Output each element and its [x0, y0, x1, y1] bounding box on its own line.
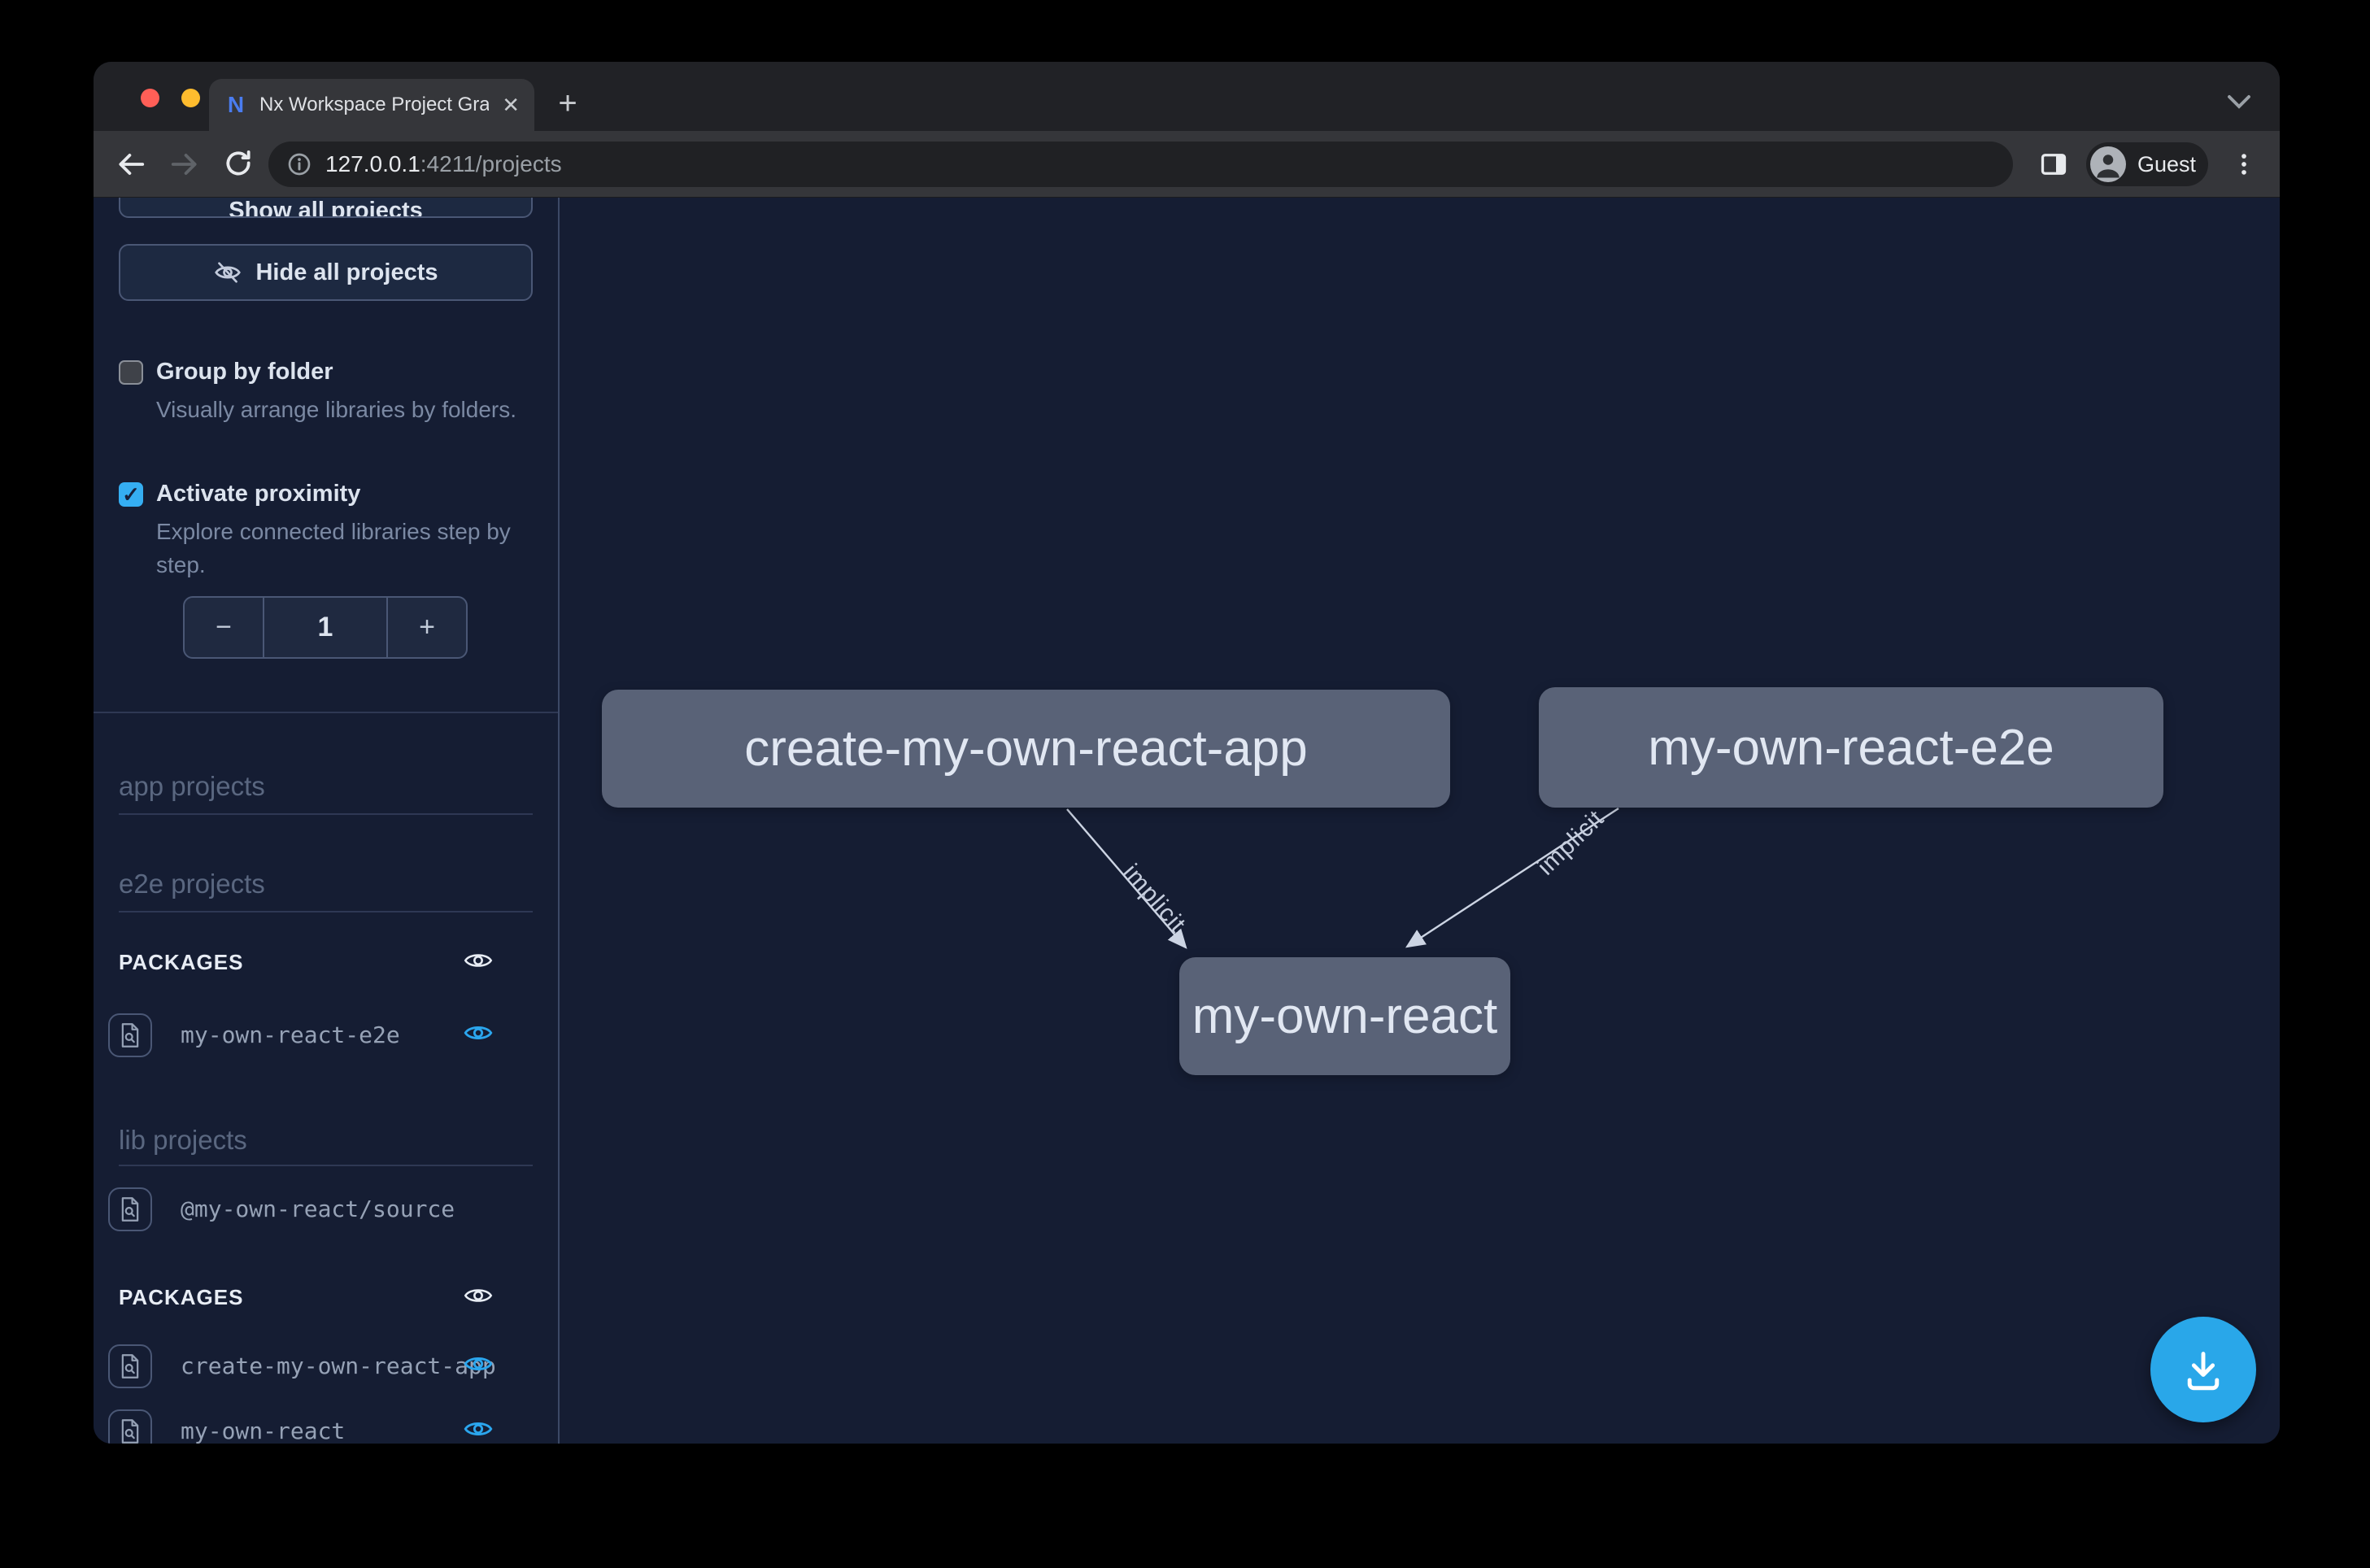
focus-project-button[interactable] [108, 1344, 152, 1388]
packages-heading: PACKAGES [119, 950, 243, 975]
url-host: 127.0.0.1 [325, 151, 420, 176]
proximity-stepper: − 1 + [183, 596, 468, 659]
browser-menu-button[interactable] [2221, 142, 2267, 187]
focus-project-button[interactable] [108, 1187, 152, 1231]
project-row-label[interactable]: @my-own-react/source [181, 1196, 455, 1222]
profile-label: Guest [2137, 152, 2196, 177]
lib-projects-heading: lib projects [119, 1125, 247, 1156]
forward-button[interactable] [162, 142, 207, 187]
activate-proximity-checkbox[interactable]: ✓ [119, 482, 143, 507]
file-search-icon [117, 1021, 143, 1049]
desktop: N Nx Workspace Project Graph ✕ + [0, 0, 2370, 1568]
reload-button[interactable] [216, 142, 261, 187]
e2e-projects-heading: e2e projects [119, 869, 265, 899]
minimize-window-button[interactable] [181, 89, 200, 107]
lib-projects-underline [119, 1165, 533, 1166]
tab-strip: N Nx Workspace Project Graph ✕ + [94, 62, 2280, 131]
app-projects-underline [119, 813, 533, 815]
project-row-label[interactable]: my-own-react [181, 1418, 345, 1444]
focus-project-button[interactable] [108, 1409, 152, 1444]
url-path: :4211/projects [420, 151, 562, 176]
new-tab-button[interactable]: + [549, 86, 586, 124]
project-row-label[interactable]: create-my-own-react-app [181, 1352, 496, 1379]
back-button[interactable] [108, 142, 154, 187]
browser-window: N Nx Workspace Project Graph ✕ + [94, 62, 2280, 1444]
profile-button[interactable]: Guest [2086, 142, 2208, 186]
packages-eye-icon[interactable] [464, 1284, 493, 1307]
stepper-decrement-button[interactable]: − [185, 598, 264, 657]
project-visibility-eye-icon[interactable] [464, 1021, 493, 1044]
focus-project-button[interactable] [108, 1013, 152, 1057]
show-all-projects-label: Show all projects [229, 198, 423, 218]
tab-close-icon[interactable]: ✕ [502, 93, 520, 118]
download-icon [2178, 1344, 2228, 1395]
eye-off-icon [213, 258, 242, 287]
packages-eye-icon[interactable] [464, 949, 493, 972]
sidebar-divider [94, 712, 560, 713]
close-window-button[interactable] [141, 89, 159, 107]
sidebar: Show all projects Hide all projects Grou… [94, 198, 560, 1444]
file-search-icon [117, 1418, 143, 1444]
nx-favicon-icon: N [224, 93, 248, 117]
packages-heading: PACKAGES [119, 1285, 243, 1310]
hide-all-projects-label: Hide all projects [255, 259, 438, 286]
project-row-label[interactable]: my-own-react-e2e [181, 1021, 400, 1048]
node-label: create-my-own-react-app [744, 720, 1308, 777]
edge-label: implicit [1117, 859, 1191, 938]
url-text: 127.0.0.1:4211/projects [325, 151, 562, 177]
page-content: Show all projects Hide all projects Grou… [94, 198, 2280, 1444]
graph-edges: implicit implicit [561, 198, 2280, 1444]
node-label: my-own-react-e2e [1648, 719, 2054, 777]
group-by-folder-checkbox[interactable] [119, 360, 143, 385]
graph-node-my-own-react-e2e[interactable]: my-own-react-e2e [1539, 687, 2163, 808]
graph-node-my-own-react[interactable]: my-own-react [1179, 957, 1510, 1075]
e2e-projects-underline [119, 911, 533, 912]
activate-proximity-description: Explore connected libraries step by step… [156, 515, 551, 581]
file-search-icon [117, 1196, 143, 1223]
side-panel-button[interactable] [2031, 142, 2076, 187]
project-graph-canvas[interactable]: implicit implicit create-my-own-react-ap… [561, 198, 2280, 1444]
chevron-down-icon[interactable] [2224, 91, 2254, 112]
edge-label: implicit [1532, 805, 1610, 881]
app-projects-heading: app projects [119, 771, 265, 802]
show-all-projects-button[interactable]: Show all projects [119, 198, 533, 218]
avatar [2090, 146, 2126, 182]
stepper-increment-button[interactable]: + [386, 598, 466, 657]
node-label: my-own-react [1192, 987, 1498, 1045]
group-by-folder-description: Visually arrange libraries by folders. [156, 393, 551, 426]
download-graph-button[interactable] [2150, 1317, 2256, 1422]
project-visibility-eye-icon[interactable] [464, 1352, 493, 1375]
activate-proximity-label: Activate proximity [156, 481, 360, 507]
stepper-value: 1 [264, 598, 386, 657]
hide-all-projects-button[interactable]: Hide all projects [119, 244, 533, 301]
graph-node-create-my-own-react-app[interactable]: create-my-own-react-app [602, 690, 1450, 808]
checkmark-icon: ✓ [122, 482, 140, 507]
project-visibility-eye-icon[interactable] [464, 1418, 493, 1440]
browser-toolbar: 127.0.0.1:4211/projects Guest [94, 131, 2280, 198]
address-bar[interactable]: 127.0.0.1:4211/projects [268, 142, 2013, 187]
browser-tab[interactable]: N Nx Workspace Project Graph ✕ [209, 79, 534, 131]
site-info-icon[interactable] [286, 151, 312, 177]
tab-title: Nx Workspace Project Graph [259, 94, 489, 116]
file-search-icon [117, 1352, 143, 1380]
group-by-folder-label: Group by folder [156, 359, 333, 385]
